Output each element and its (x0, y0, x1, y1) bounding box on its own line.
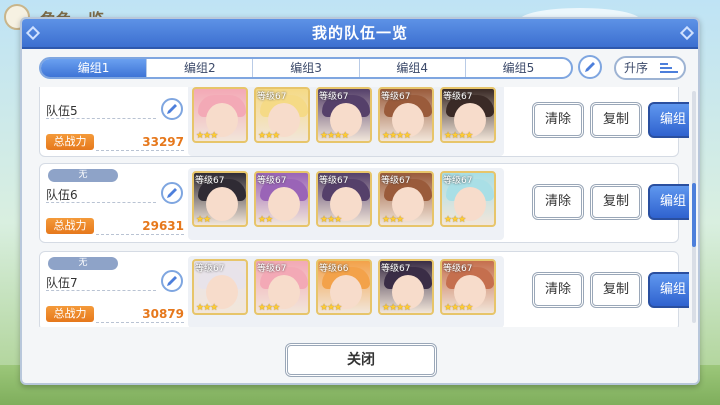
character-level: 等级67 (195, 264, 225, 274)
tab-group-2[interactable]: 编组2 (147, 59, 254, 77)
rename-team-button[interactable] (161, 98, 183, 120)
character-portrait[interactable]: 等级67 ★★★ (316, 171, 372, 227)
list-scrollbar[interactable] (692, 91, 696, 323)
character-portrait[interactable]: 等级67 ★★★★ (440, 87, 496, 143)
team-members: ★★★ 等级67 ★★★ 等级67 ★★★★ 等级67 ★★★★ 等级67 ★★★★ (188, 87, 504, 156)
team-row: 无 队伍6 总战力 29631 等级67 ★★ 等级67 ★★ 等级67 ★★★ 等级67 ★… (39, 163, 689, 243)
character-level: 等级67 (257, 176, 287, 186)
dialog-title: 我的队伍一览 (311, 24, 408, 42)
edit-team-button[interactable]: 编组 (648, 272, 689, 308)
team-list[interactable]: 队伍5 总战力 33297 ★★★ 等级67 ★★★ 等级67 ★★★★ 等级67 ★★★★… (39, 87, 689, 327)
star-rating-icon: ★★★★ (444, 303, 473, 313)
pencil-icon (585, 62, 595, 72)
team-row: 无 队伍7 总战力 30879 等级67 ★★★ 等级67 ★★★ 等级66 ★★★ 等级6… (39, 251, 689, 327)
star-rating-icon: ★★★★ (382, 303, 411, 313)
character-level: 等级67 (319, 92, 349, 102)
power-label: 总战力 (46, 134, 94, 150)
character-level: 等级66 (319, 264, 349, 274)
character-portrait[interactable]: 等级67 ★★★ (378, 171, 434, 227)
scrollbar-thumb[interactable] (692, 183, 696, 247)
copy-button[interactable]: 复制 (590, 272, 642, 308)
star-rating-icon: ★★★ (196, 131, 218, 141)
star-rating-icon: ★★★ (382, 215, 404, 225)
power-label: 总战力 (46, 218, 94, 234)
star-rating-icon: ★★★ (320, 215, 342, 225)
sort-button[interactable]: 升序 (614, 56, 686, 80)
character-level: 等级67 (381, 176, 411, 186)
copy-button[interactable]: 复制 (590, 184, 642, 220)
character-portrait[interactable]: 等级67 ★★★★ (316, 87, 372, 143)
star-rating-icon: ★★ (196, 215, 211, 225)
team-name: 队伍7 (46, 276, 78, 290)
character-level: 等级67 (443, 264, 473, 274)
team-name: 队伍5 (46, 104, 78, 118)
character-face (268, 187, 300, 221)
character-portrait[interactable]: 等级67 ★★★ (254, 259, 310, 315)
character-level: 等级67 (195, 176, 225, 186)
character-level: 等级67 (381, 264, 411, 274)
character-portrait[interactable]: 等级67 ★★★★ (440, 259, 496, 315)
sort-order-icon (660, 63, 678, 73)
tab-group-1[interactable]: 编组1 (41, 59, 148, 77)
character-level: 等级67 (443, 92, 473, 102)
team-row: 队伍5 总战力 33297 ★★★ 等级67 ★★★ 等级67 ★★★★ 等级67 ★★★★… (39, 87, 689, 157)
dialog-header: 我的队伍一览 (22, 19, 698, 49)
star-rating-icon: ★★★★ (444, 131, 473, 141)
close-button[interactable]: 关闭 (285, 343, 437, 377)
pencil-icon (167, 276, 177, 286)
star-rating-icon: ★★★ (320, 303, 342, 313)
character-portrait[interactable]: 等级67 ★★★ (192, 259, 248, 315)
edit-team-button[interactable]: 编组 (648, 184, 689, 220)
tab-group-5[interactable]: 编组5 (466, 59, 571, 77)
rename-team-button[interactable] (161, 270, 183, 292)
power-value: 29631 (142, 219, 184, 233)
character-portrait[interactable]: 等级66 ★★★ (316, 259, 372, 315)
character-portrait[interactable]: 等级67 ★★ (192, 171, 248, 227)
edit-team-button[interactable]: 编组 (648, 102, 689, 138)
rename-team-button[interactable] (161, 182, 183, 204)
team-list-dialog: 我的队伍一览 编组1 编组2 编组3 编组4 编组5 升序 队伍5 总战力 33… (20, 17, 700, 385)
star-rating-icon: ★★★ (258, 303, 280, 313)
character-portrait[interactable]: 等级67 ★★★★ (378, 87, 434, 143)
pencil-icon (167, 188, 177, 198)
power-value: 33297 (142, 135, 184, 149)
group-tabs: 编组1 编组2 编组3 编组4 编组5 (39, 57, 573, 79)
copy-button[interactable]: 复制 (590, 102, 642, 138)
clear-button[interactable]: 清除 (532, 272, 584, 308)
character-level: 等级67 (257, 92, 287, 102)
team-members: 等级67 ★★★ 等级67 ★★★ 等级66 ★★★ 等级67 ★★★★ 等级67 ★★★★ (188, 256, 504, 327)
corner-ornament-icon (25, 25, 41, 41)
character-portrait[interactable]: 等级67 ★★★★ (378, 259, 434, 315)
rename-group-button[interactable] (578, 55, 602, 79)
star-rating-icon: ★★★★ (320, 131, 349, 141)
team-name: 队伍6 (46, 188, 78, 202)
character-portrait[interactable]: 等级67 ★★★ (254, 87, 310, 143)
tab-group-4[interactable]: 编组4 (360, 59, 466, 77)
character-level: 等级67 (381, 92, 411, 102)
corner-ornament-icon (679, 25, 695, 41)
character-level: 等级67 (319, 176, 349, 186)
character-portrait[interactable]: 等级67 ★★★ (440, 171, 496, 227)
clear-button[interactable]: 清除 (532, 184, 584, 220)
character-portrait[interactable]: ★★★ (192, 87, 248, 143)
character-face (206, 187, 238, 221)
team-members: 等级67 ★★ 等级67 ★★ 等级67 ★★★ 等级67 ★★★ 等级67 ★★★ (188, 168, 504, 240)
power-label: 总战力 (46, 306, 94, 322)
character-portrait[interactable]: 等级67 ★★ (254, 171, 310, 227)
star-rating-icon: ★★ (258, 215, 273, 225)
character-level: 等级67 (443, 176, 473, 186)
power-value: 30879 (142, 307, 184, 321)
star-rating-icon: ★★★ (258, 131, 280, 141)
pencil-icon (167, 104, 177, 114)
star-rating-icon: ★★★ (196, 303, 218, 313)
clear-button[interactable]: 清除 (532, 102, 584, 138)
character-level: 等级67 (257, 264, 287, 274)
team-tag: 无 (48, 169, 118, 182)
team-tag: 无 (48, 257, 118, 270)
tab-group-3[interactable]: 编组3 (253, 59, 360, 77)
star-rating-icon: ★★★ (444, 215, 466, 225)
star-rating-icon: ★★★★ (382, 131, 411, 141)
sort-label: 升序 (624, 61, 649, 75)
